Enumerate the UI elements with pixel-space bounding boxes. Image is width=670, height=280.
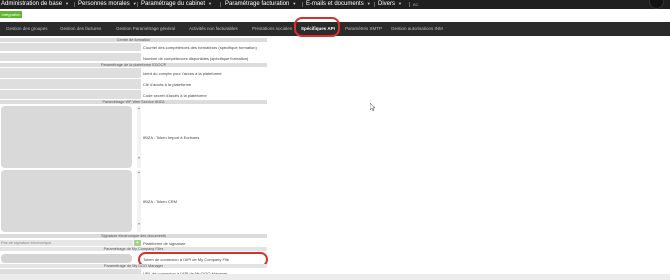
chevron-down-icon: ▼ [366,1,371,6]
section-header-edoc: Paramétrage de la plateforme EDOC® [0,63,267,67]
menu-parametrage-facturation[interactable]: Paramétrage facturation ▼ [225,1,296,7]
ibiza-crm-token-textarea[interactable] [1,170,132,232]
ibiza-import-scrollbar[interactable]: ▲ ▼ [137,106,141,168]
avatar[interactable] [649,0,664,9]
horizontal-scrollbar[interactable] [0,274,670,280]
tab-parametrage-general[interactable]: Gestion Paramétrage général [116,26,175,31]
integration-button[interactable]: Intégration [0,11,22,18]
ibiza-crm-label: IBIZA : Token CRM [143,199,177,204]
plateforme-signature-label: Plateforme de signature [143,241,186,246]
cle-acces-label: Clé d'accès à la plateforme [143,82,192,87]
menu-separator [220,2,221,7]
menu-separator [374,2,375,7]
menu-emails-documents[interactable]: E-mails et documents ▼ [306,1,371,7]
menu-separator [137,2,138,7]
nombre-competences-label: Nombre de compétences disponibles (spéci… [143,56,249,61]
code-secret-input[interactable] [0,90,141,99]
scroll-up-icon[interactable]: ▲ [137,106,141,110]
tab-activites-non-facturables[interactable]: Activités non facturables [189,26,238,31]
courriel-competences-input[interactable] [0,43,141,51]
code-secret-label: Code secret d'accès à la plateforme [143,93,207,98]
section-header-company: Paramétrage de My Company Files [0,247,267,251]
token-company-input[interactable] [1,254,132,263]
tab-gestion-groupes[interactable]: Gestion des groupes [6,26,48,31]
chevron-down-icon: ▼ [292,1,297,6]
section-header-formation: Centre de formation [0,38,267,42]
mouse-cursor-icon [370,103,376,111]
chevron-down-icon: ▼ [65,1,70,6]
scroll-down-icon[interactable]: ▼ [137,222,141,226]
highlight-annotation [294,17,340,37]
chevron-down-icon: ▼ [398,1,402,6]
section-header-web-service: Paramétrage WF Web Service IBIZA [0,100,267,104]
menu-personnes-morales[interactable]: Personnes morales ▼ [78,1,137,7]
tab-prestations-sociales[interactable]: Prestations sociales [252,26,292,31]
ibiza-crm-scrollbar[interactable]: ▲ ▼ [137,170,141,232]
menu-separator [302,2,303,7]
menu-parametrage-cabinet[interactable]: Paramétrage du cabinet ▼ [141,1,212,7]
scroll-down-icon[interactable]: ▼ [137,156,141,160]
menu-separator [74,2,75,7]
section-header-dgo: Paramétrage de My DGO Manager [0,264,267,268]
top-menubar: Administration de base ▼ Personnes morale… [0,0,670,9]
menu-bc[interactable]: BC [413,2,419,7]
section-header-signature: Signature électronique des documents [0,234,267,238]
tab-gestion-autorisations[interactable]: Gestion autorisations INM [391,26,443,31]
courriel-competences-label: Courriel des compétences des formateurs … [143,45,257,50]
tab-parametres-smtp[interactable]: Paramètres SMTP [345,26,382,31]
ident-compte-input[interactable] [0,68,141,78]
tab-gestion-factures[interactable]: Gestion des factures [60,26,101,31]
signature-input[interactable]: Pas de signature électronique [0,240,133,246]
chevron-down-icon: ▼ [208,1,213,6]
ibiza-import-label: IBIZA : Token Import à Ecritures [143,135,200,140]
menu-divers[interactable]: Divers ▼ [378,1,402,7]
scroll-up-icon[interactable]: ▲ [137,170,141,174]
nombre-competences-input[interactable] [0,53,141,61]
ibiza-import-token-textarea[interactable] [1,106,132,168]
add-signature-button[interactable]: + [134,240,141,246]
menu-separator [409,2,410,7]
menu-administration[interactable]: Administration de base ▼ [1,1,69,7]
ident-compte-label: Ident du compte pour l'accès à la platef… [143,71,222,76]
cle-acces-input[interactable] [0,79,141,89]
